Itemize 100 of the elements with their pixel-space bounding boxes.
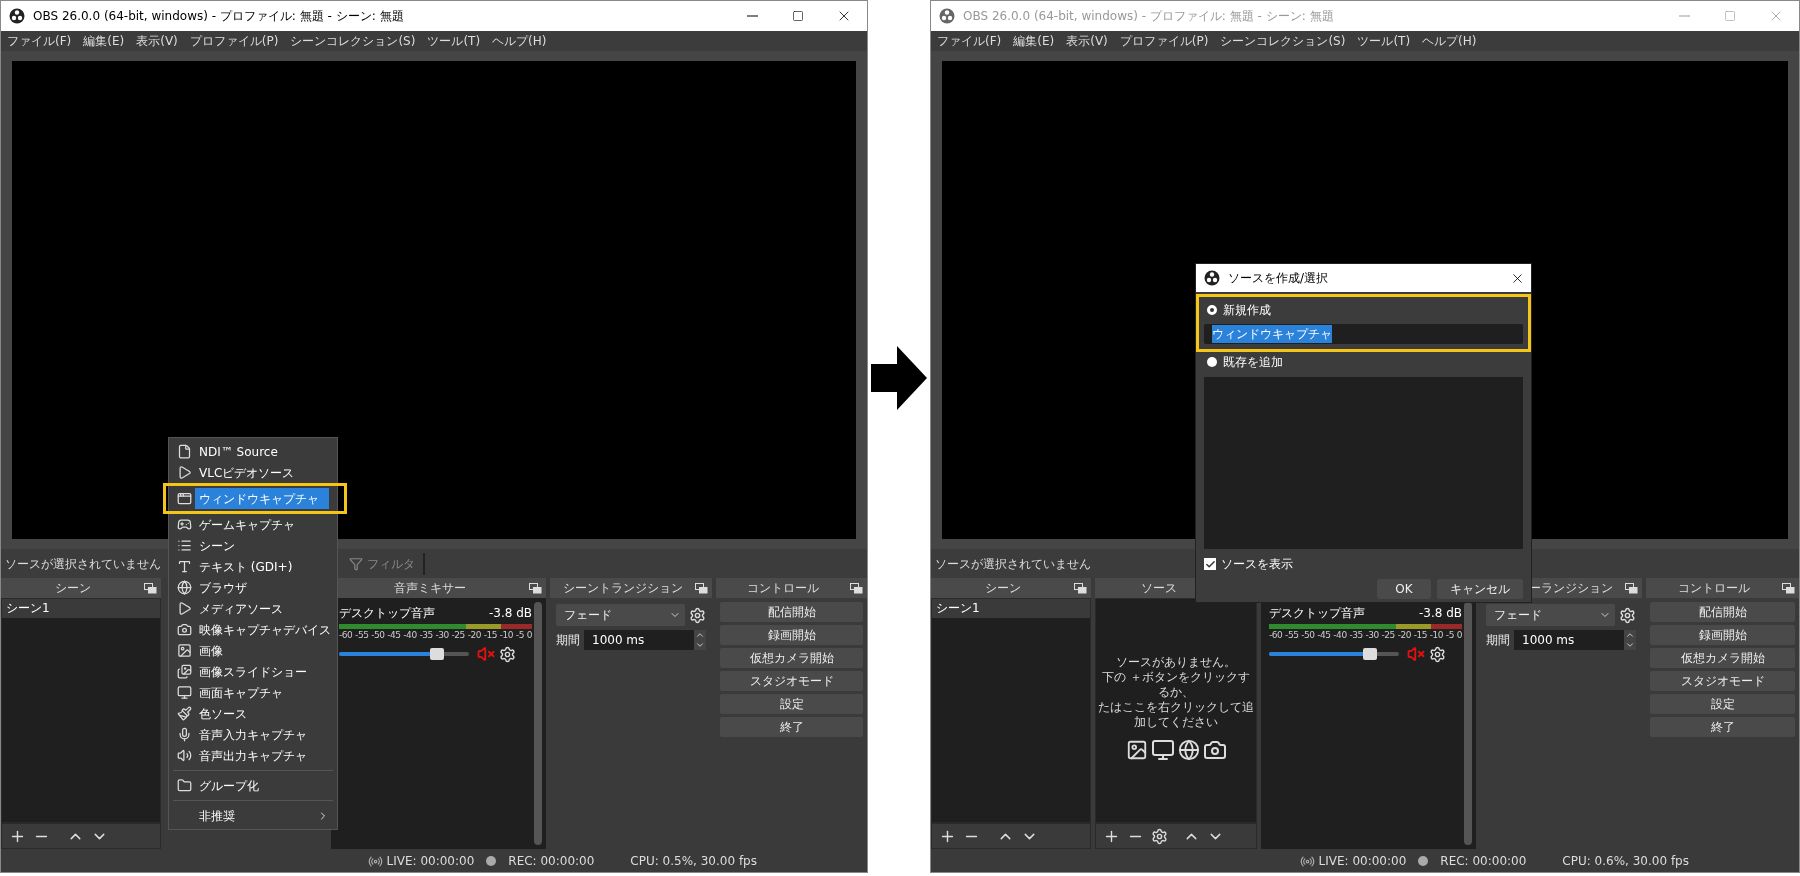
meter-tick-label: -35	[1349, 630, 1363, 641]
meter-tick-label: -50	[371, 630, 385, 641]
meter-tick-label: -20	[1397, 630, 1411, 641]
cpu-status: CPU: 0.5%, 30.00 fps	[630, 853, 757, 870]
dialog-button[interactable]: OK	[1377, 579, 1431, 599]
menu-entry[interactable]: 画像	[195, 640, 329, 661]
control-button[interactable]: 録画開始	[720, 625, 863, 645]
live-status: LIVE: 00:00:00	[1318, 853, 1407, 870]
menu-entry[interactable]: VLCビデオソース	[195, 462, 329, 483]
dialog-button[interactable]: キャンセル	[1437, 579, 1523, 599]
menu-item[interactable]: ファイル(F)	[1, 32, 78, 50]
scene-item[interactable]: シーン1	[2, 599, 160, 618]
menu-entry[interactable]: 音声入力キャプチャ	[195, 724, 329, 745]
dock-title: コントロール	[1677, 580, 1751, 597]
meter-tick-label: -20	[467, 630, 481, 641]
menu-entry[interactable]: メディアソース	[195, 598, 329, 619]
menu-item[interactable]: 表示(V)	[130, 32, 184, 50]
meter-tick-label: 0	[1456, 630, 1462, 641]
meter-tick-label: -55	[355, 630, 369, 641]
menu-entry[interactable]: NDI™ Source	[195, 441, 329, 462]
control-button[interactable]: 設定	[720, 694, 863, 714]
name-input-field[interactable]: ウィンドウキャプチャ	[1204, 324, 1523, 344]
window-title: OBS 26.0.0 (64-bit, windows) - プロファイル: 無題 - シーン: 無題	[33, 8, 404, 25]
menu-item[interactable]: シーンコレクション(S)	[284, 32, 422, 50]
meter-tick-label: -10	[1429, 630, 1444, 641]
menu-entry[interactable]: シーン	[195, 535, 329, 556]
dock-title: ソース	[1140, 580, 1178, 597]
source-status-text: ソースが選択されていません	[935, 555, 1091, 573]
menu-entry[interactable]: ブラウザ	[195, 577, 329, 598]
control-button[interactable]: 終了	[1650, 717, 1795, 737]
control-button[interactable]: 配信開始	[720, 602, 863, 622]
empty-message-line: ソースがありません。	[1115, 655, 1237, 670]
control-button[interactable]: 配信開始	[1650, 602, 1795, 622]
rec-status: REC: 00:00:00	[1440, 853, 1527, 870]
meter-tick-label: -30	[1365, 630, 1379, 641]
menu-entry[interactable]: 非推奨	[195, 805, 329, 826]
empty-message-line: たはここを右クリックして追加してください	[1097, 700, 1255, 730]
source-status-text: ソースが選択されていません	[5, 555, 161, 573]
menu-item[interactable]: 編集(E)	[1007, 32, 1061, 50]
live-status: LIVE: 00:00:00	[386, 853, 475, 870]
empty-message-line: 下の ＋ボタンをクリックするか、	[1101, 670, 1251, 700]
meter-tick-label: -5	[515, 630, 524, 641]
meter-tick-label: -35	[419, 630, 433, 641]
control-button[interactable]: 録画開始	[1650, 625, 1795, 645]
menu-item[interactable]: 表示(V)	[1060, 32, 1114, 50]
menu-item[interactable]: ツール(T)	[421, 32, 487, 50]
control-button[interactable]: 仮想カメラ開始	[720, 648, 863, 668]
control-button[interactable]: 仮想カメラ開始	[1650, 648, 1795, 668]
menu-entry[interactable]: 色ソース	[195, 703, 329, 724]
show-source-checkbox[interactable]: ソースを表示	[1204, 555, 1523, 573]
dock-title: シーン	[53, 580, 92, 597]
duration-field[interactable]: 1000 ms	[1514, 630, 1636, 650]
control-button[interactable]: 設定	[1650, 694, 1795, 714]
rec-status: REC: 00:00:00	[508, 853, 595, 870]
menu-entry[interactable]: ウィンドウキャプチャ	[195, 488, 329, 509]
meter-tick-label: -40	[403, 630, 417, 641]
meter-tick-label: -30	[435, 630, 449, 641]
menu-item[interactable]: ヘルプ(H)	[1416, 32, 1483, 50]
meter-tick-label: -45	[387, 630, 401, 641]
window-title: OBS 26.0.0 (64-bit, windows) - プロファイル: 無題 - シーン: 無題	[963, 8, 1334, 25]
menu-item[interactable]: プロファイル(P)	[183, 32, 285, 50]
menu-entry[interactable]: 映像キャプチャデバイス	[195, 619, 331, 640]
duration-label: 期間	[556, 632, 580, 649]
menu-entry[interactable]: ゲームキャプチャ	[195, 514, 329, 535]
menu-item[interactable]: ヘルプ(H)	[486, 32, 553, 50]
transition-select[interactable]: フェード	[1486, 604, 1615, 626]
menu-entry[interactable]: 画面キャプチャ	[195, 682, 329, 703]
control-button[interactable]: スタジオモード	[1650, 671, 1795, 691]
transition-select[interactable]: フェード	[556, 604, 685, 626]
control-button[interactable]: スタジオモード	[720, 671, 863, 691]
radio-option[interactable]: 既存を追加	[1204, 353, 1523, 371]
meter-tick-label: -10	[499, 630, 514, 641]
menu-item[interactable]: プロファイル(P)	[1113, 32, 1215, 50]
dialog-title: ソースを作成/選択	[1228, 270, 1330, 287]
menu-item[interactable]: 編集(E)	[77, 32, 131, 50]
meter-tick-label: -25	[1381, 630, 1395, 641]
control-button[interactable]: 終了	[720, 717, 863, 737]
scene-item[interactable]: シーン1	[932, 599, 1090, 618]
duration-label: 期間	[1486, 632, 1510, 649]
dock-title: コントロール	[746, 580, 820, 597]
meter-tick-label: -25	[451, 630, 465, 641]
meter-tick-label: -55	[1285, 630, 1299, 641]
menu-item[interactable]: ファイル(F)	[931, 32, 1008, 50]
meter-tick-label: -5	[1445, 630, 1454, 641]
duration-field[interactable]: 1000 ms	[584, 630, 706, 650]
menu-item[interactable]: シーンコレクション(S)	[1214, 32, 1352, 50]
radio-option[interactable]: 新規作成	[1204, 301, 1523, 319]
menu-entry[interactable]: グループ化	[195, 775, 329, 796]
channel-name: デスクトップ音声	[1269, 605, 1365, 622]
meter-tick-label: 0	[526, 630, 532, 641]
menu-entry[interactable]: テキスト (GDI+)	[195, 556, 329, 577]
cpu-status: CPU: 0.6%, 30.00 fps	[1562, 853, 1689, 870]
dock-title: 音声ミキサー	[393, 580, 467, 597]
meter-tick-label: -15	[483, 630, 498, 641]
menu-item[interactable]: ツール(T)	[1351, 32, 1417, 50]
meter-tick-label: -60	[339, 630, 353, 641]
meter-tick-label: -15	[1413, 630, 1428, 641]
meter-tick-label: -50	[1301, 630, 1315, 641]
menu-entry[interactable]: 音声出力キャプチャ	[195, 745, 329, 766]
menu-entry[interactable]: 画像スライドショー	[195, 661, 329, 682]
